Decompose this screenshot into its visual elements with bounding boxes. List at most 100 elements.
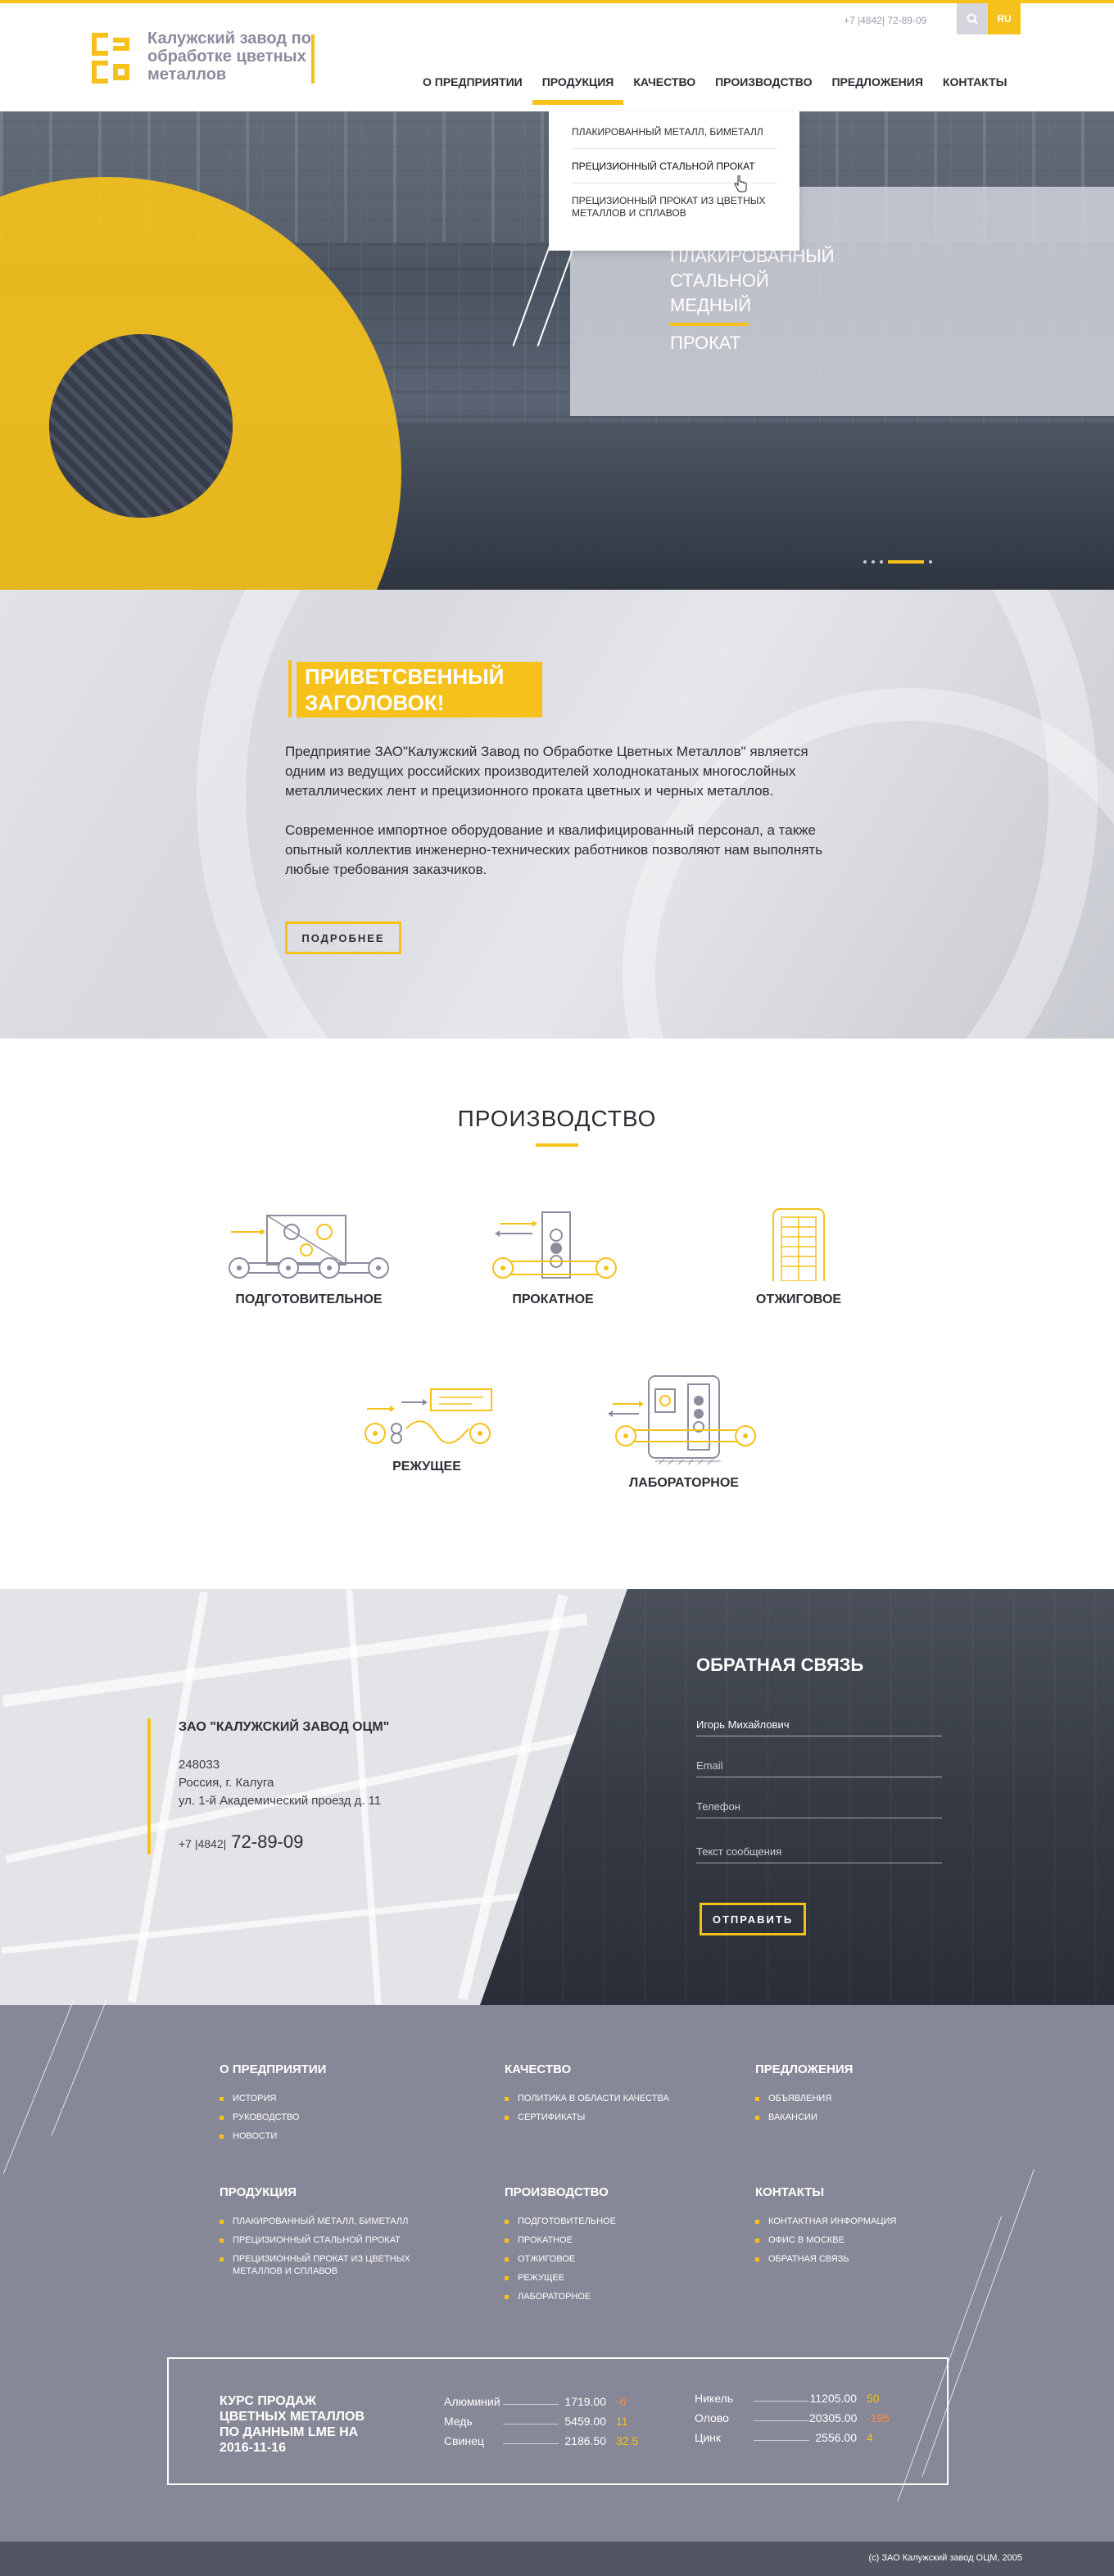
- logo-divider: [311, 34, 315, 84]
- rate-metal: Медь: [444, 2415, 473, 2428]
- nav-about[interactable]: О ПРЕДПРИЯТИИ: [413, 74, 532, 90]
- footer-link[interactable]: ИСТОРИЯ: [220, 2089, 326, 2108]
- rate-change: 32.5: [616, 2434, 639, 2447]
- footer-link[interactable]: ПОЛИТИКА В ОБЛАСТИ КАЧЕСТВА: [505, 2089, 669, 2108]
- rate-metal: Никель: [695, 2392, 733, 2405]
- rate-row: Медь 5459.00 11: [444, 2408, 639, 2428]
- slider-dot[interactable]: [872, 560, 875, 564]
- welcome-paragraph: Предприятие ЗАО"Калужский Завод по Обраб…: [285, 744, 808, 799]
- footer-link[interactable]: ОТЖИГОВОЕ: [505, 2250, 616, 2269]
- hero-circle-hole: [49, 334, 233, 518]
- rate-leader: [503, 2404, 559, 2405]
- nav-contacts[interactable]: КОНТАКТЫ: [933, 74, 1017, 90]
- nav-offers[interactable]: ПРЕДЛОЖЕНИЯ: [822, 74, 932, 90]
- rate-value: 20305.00: [809, 2411, 858, 2424]
- rate-change: -6: [616, 2395, 627, 2408]
- footer-link[interactable]: РЕЖУЩЕЕ: [505, 2269, 616, 2288]
- rate-value: 2556.00: [815, 2431, 857, 2444]
- production-item-label: ЛАБОРАТОРНОЕ: [629, 1476, 739, 1490]
- rate-change: 50: [867, 2392, 880, 2405]
- logo-text[interactable]: Калужский завод по обработке цветных мет…: [147, 29, 311, 84]
- production-item-annealing[interactable]: ОТЖИГОВОЕ: [737, 1207, 860, 1307]
- production-item-label: ОТЖИГОВОЕ: [755, 1293, 842, 1306]
- hero-subtitle: ПРОКАТ: [670, 333, 741, 353]
- send-button[interactable]: ОТПРАВИТЬ: [700, 1903, 806, 1935]
- phone-field[interactable]: Телефон: [696, 1794, 942, 1818]
- rate-leader: [503, 2443, 559, 2444]
- footer-col-contacts: КОНТАКТЫ КОНТАКТНАЯ ИНФОРМАЦИЯ ОФИС В МО…: [755, 2185, 896, 2269]
- search-button[interactable]: [957, 3, 988, 34]
- rate-leader: [754, 2440, 809, 2441]
- footer-link[interactable]: КОНТАКТНАЯ ИНФОРМАЦИЯ: [755, 2212, 896, 2231]
- footer-link[interactable]: ОБРАТНАЯ СВЯЗЬ: [755, 2250, 896, 2269]
- footer-col-production: ПРОИЗВОДСТВО ПОДГОТОВИТЕЛЬНОЕ ПРОКАТНОЕ …: [505, 2185, 616, 2307]
- footer-link[interactable]: НОВОСТИ: [220, 2127, 326, 2146]
- preparatory-machine-icon: [229, 1215, 389, 1279]
- production-item-label: РЕЖУЩЕЕ: [392, 1460, 461, 1474]
- map-street: [2, 1613, 588, 1708]
- footer-col-title[interactable]: КОНТАКТЫ: [755, 2185, 896, 2199]
- slider-dots: [863, 560, 932, 564]
- products-dropdown: ПЛАКИРОВАННЫЙ МЕТАЛЛ, БИМЕТАЛЛ ПРЕЦИЗИОН…: [549, 111, 799, 251]
- metal-rates-right: Никель 11205.00 50 Олово 20305.00 -195 Цинк 2…: [695, 2385, 890, 2444]
- dropdown-item-clad-metal[interactable]: ПЛАКИРОВАННЫЙ МЕТАЛЛ, БИМЕТАЛЛ: [572, 126, 777, 149]
- contact-phone[interactable]: +7 |4842| 72-89-09: [179, 1831, 303, 1853]
- slider-dot[interactable]: [929, 560, 932, 564]
- phone-code: +7 |4842|: [179, 1837, 227, 1850]
- more-button[interactable]: ПОДРОБНЕЕ: [285, 921, 401, 954]
- rate-leader: [754, 2420, 809, 2421]
- footer-link[interactable]: ОБЪЯВЛЕНИЯ: [755, 2089, 853, 2108]
- footer-link[interactable]: ПОДГОТОВИТЕЛЬНОЕ: [505, 2212, 616, 2231]
- slider-dot[interactable]: [863, 560, 867, 564]
- main-nav: О ПРЕДПРИЯТИИ ПРОДУКЦИЯ КАЧЕСТВО ПРОИЗВО…: [413, 74, 1017, 105]
- footer-col-title[interactable]: ПРОДУКЦИЯ: [220, 2185, 441, 2199]
- footer-col-quality: КАЧЕСТВО ПОЛИТИКА В ОБЛАСТИ КАЧЕСТВА СЕР…: [505, 2062, 669, 2127]
- address-zip: 248033: [179, 1758, 220, 1772]
- logo-icon[interactable]: [92, 33, 129, 84]
- rate-metal: Цинк: [695, 2431, 722, 2444]
- nav-production[interactable]: ПРОИЗВОДСТВО: [705, 74, 822, 90]
- footer-link[interactable]: РУКОВОДСТВО: [220, 2108, 326, 2127]
- footer-link[interactable]: СЕРТИФИКАТЫ: [505, 2108, 669, 2127]
- rate-leader: [754, 2401, 809, 2402]
- footer-link[interactable]: ПРЕЦИЗИОННЫЙ ПРОКАТ ИЗ ЦВЕТНЫХ МЕТАЛЛОВ …: [220, 2250, 441, 2278]
- rate-row: Свинец 2186.50 32.5: [444, 2428, 639, 2447]
- footer-link[interactable]: ПЛАКИРОВАННЫЙ МЕТАЛЛ, БИМЕТАЛЛ: [220, 2212, 441, 2231]
- header-phone: +7 |4842| 72-89-09: [844, 15, 927, 26]
- footer-link[interactable]: ЛАБОРАТОРНОЕ: [505, 2288, 616, 2307]
- production-item-laboratory[interactable]: ЛАБОРАТОРНОЕ: [606, 1373, 762, 1491]
- footer-col-title[interactable]: КАЧЕСТВО: [505, 2062, 669, 2076]
- rate-row: Алюминий 1719.00 -6: [444, 2388, 639, 2408]
- footer-link[interactable]: ВАКАНСИИ: [755, 2108, 853, 2127]
- footer-link[interactable]: ПРЕЦИЗИОННЫЙ СТАЛЬНОЙ ПРОКАТ: [220, 2231, 441, 2250]
- rate-change: -195: [867, 2411, 890, 2424]
- footer-col-title[interactable]: О ПРЕДПРИЯТИИ: [220, 2062, 326, 2076]
- footer-col-title[interactable]: ПРОИЗВОДСТВО: [505, 2185, 616, 2199]
- welcome-paragraph: Современное импортное оборудование и ква…: [285, 822, 823, 877]
- nav-products[interactable]: ПРОДУКЦИЯ: [532, 74, 624, 105]
- message-field[interactable]: Текст сообщения: [696, 1839, 942, 1863]
- nav-quality[interactable]: КАЧЕСТВО: [623, 74, 705, 90]
- slider-dot[interactable]: [880, 560, 883, 564]
- production-title-underline: [536, 1143, 578, 1147]
- production-item-label: ПОДГОТОВИТЕЛЬНОЕ: [235, 1293, 383, 1306]
- hero-title-underline: [670, 323, 749, 326]
- slider-dot-active[interactable]: [888, 560, 924, 564]
- production-item-rolling[interactable]: ПРОКАТНОЕ: [483, 1207, 623, 1307]
- name-field[interactable]: Игорь Михайлович: [696, 1712, 942, 1736]
- production-item-preparatory[interactable]: ПОДГОТОВИТЕЛЬНОЕ: [215, 1207, 403, 1307]
- production-item-cutting[interactable]: РЕЖУЩЕЕ: [357, 1384, 496, 1474]
- footer-link[interactable]: ПРОКАТНОЕ: [505, 2231, 616, 2250]
- language-button[interactable]: RU: [988, 3, 1021, 34]
- rate-change: 4: [867, 2431, 873, 2444]
- production-item-label: ПРОКАТНОЕ: [512, 1293, 594, 1306]
- rate-metal: Алюминий: [444, 2395, 500, 2408]
- footer-col-title[interactable]: ПРЕДЛОЖЕНИЯ: [755, 2062, 853, 2076]
- top-accent-line: [0, 0, 1114, 3]
- rate-value: 1719.00: [564, 2395, 606, 2408]
- email-field[interactable]: Email: [696, 1753, 942, 1777]
- rate-row: Никель 11205.00 50: [695, 2385, 890, 2405]
- footer-link[interactable]: ОФИС В МОСКВЕ: [755, 2231, 896, 2250]
- address-street: ул. 1-й Академический проезд д. 11: [179, 1794, 382, 1808]
- company-address: 248033 Россия, г. Калуга ул. 1-й Академи…: [179, 1756, 381, 1810]
